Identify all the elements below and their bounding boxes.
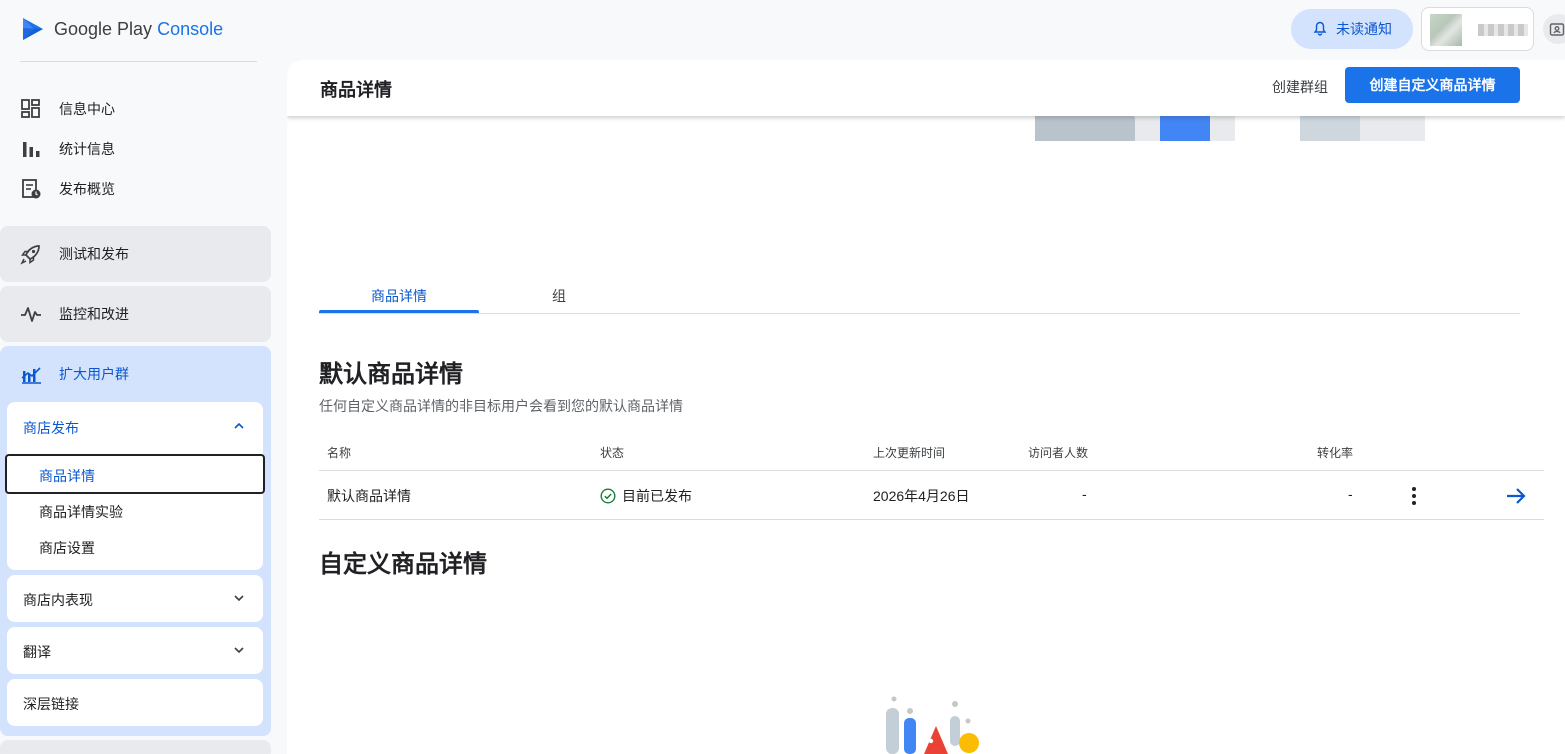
account-switcher[interactable] — [1421, 7, 1534, 51]
play-console-logo[interactable]: Google Play Console — [20, 16, 223, 42]
sidebar-card-translations[interactable]: 翻译 — [7, 627, 263, 674]
sidebar-subitem-store-settings[interactable]: 商店设置 — [39, 538, 95, 558]
account-name-blurred — [1478, 24, 1528, 36]
sidebar-card-deep-links[interactable]: 深层链接 — [7, 679, 263, 726]
hero-illustration — [1035, 116, 1425, 141]
default-listing-heading: 默认商品详情 — [319, 361, 463, 388]
sidebar-card-store-performance[interactable]: 商店内表现 — [7, 575, 263, 622]
create-custom-listing-button[interactable]: 创建自定义商品详情 — [1345, 67, 1520, 103]
sidebar-subitem-label: 商品详情 — [39, 468, 95, 484]
notification-bell-icon — [1313, 21, 1327, 36]
sidebar-section-label: 扩大用户群 — [59, 366, 129, 382]
sidebar-item-test-and-release[interactable]: 测试和发布 — [0, 234, 271, 274]
sidebar-subitem-store-listing-experiments[interactable]: 商品详情实验 — [39, 502, 123, 522]
row-name: 默认商品详情 — [327, 488, 411, 504]
arrow-forward-icon[interactable] — [1505, 486, 1527, 506]
sidebar-section-next[interactable] — [0, 740, 271, 754]
column-header-last-updated: 上次更新时间 — [873, 446, 946, 460]
grow-users-icon — [21, 367, 41, 384]
empty-state-illustration — [886, 696, 979, 754]
unread-notifications-label: 未读通知 — [1336, 21, 1392, 37]
sidebar-item-publishing-overview[interactable]: 发布概览 — [0, 169, 271, 209]
page-title: 商品详情 — [320, 80, 392, 100]
sidebar-item-label: 发布概览 — [59, 181, 115, 197]
dashboard-icon — [21, 99, 40, 118]
sidebar-item-dashboard[interactable]: 信息中心 — [0, 89, 271, 129]
row-status: 目前已发布 — [600, 486, 692, 506]
hero-shape-blue — [1160, 116, 1210, 141]
sidebar-section-test-and-release[interactable]: 测试和发布 — [0, 226, 271, 282]
sidebar: 信息中心 统计信息 发布概览 测试和发布 监控和改进 扩大用户群 商店发布 商品… — [0, 60, 287, 754]
sidebar-section-label: 测试和发布 — [59, 246, 129, 262]
store-presence-header[interactable]: 商店发布 — [23, 418, 79, 438]
chevron-down-icon — [234, 647, 244, 654]
hero-shape-light-2 — [1360, 116, 1425, 141]
check-circle-icon — [600, 488, 616, 504]
row-conversion: - — [1348, 486, 1353, 502]
custom-listing-heading: 自定义商品详情 — [319, 551, 487, 578]
column-header-conversion: 转化率 — [1317, 446, 1354, 460]
hero-shape-light — [1135, 116, 1160, 141]
logo-product-text: Console — [157, 18, 224, 39]
tab-store-listings[interactable]: 商品详情 — [371, 286, 427, 306]
create-group-button[interactable]: 创建群组 — [1272, 77, 1328, 97]
sidebar-section-monitor-and-improve[interactable]: 监控和改进 — [0, 286, 271, 342]
store-presence-group: 商店发布 商品详情 商品详情实验 商店设置 — [5, 402, 265, 570]
table-row-divider — [319, 519, 1544, 520]
page-header: 商品详情 创建群组 创建自定义商品详情 — [287, 60, 1565, 116]
default-listing-description: 任何自定义商品详情的非目标用户会看到您的默认商品详情 — [319, 398, 683, 414]
hero-shape-light — [1210, 116, 1235, 141]
unread-notifications-button[interactable]: 未读通知 — [1291, 9, 1413, 49]
tab-active-indicator — [319, 310, 479, 313]
hero-shape-gray — [1035, 116, 1135, 141]
publishing-overview-icon — [22, 179, 41, 199]
sidebar-item-label: 统计信息 — [59, 141, 115, 157]
logo-text: Google Play Console — [54, 19, 223, 40]
chevron-up-icon[interactable] — [233, 420, 245, 432]
bar-chart-icon — [23, 142, 40, 157]
row-visitors: - — [1082, 486, 1087, 502]
sidebar-item-monitor-and-improve[interactable]: 监控和改进 — [0, 294, 271, 334]
tab-groups[interactable]: 组 — [552, 286, 566, 306]
main-content: 商品详情 创建群组 创建自定义商品详情 商品详情 组 默认商品详情 任何自定义商… — [287, 60, 1565, 754]
rocket-icon — [20, 245, 40, 265]
sidebar-item-statistics[interactable]: 统计信息 — [0, 129, 271, 169]
chevron-down-icon — [234, 595, 244, 602]
avatar — [1430, 14, 1462, 46]
sidebar-card-label: 深层链接 — [23, 696, 79, 712]
row-status-label: 目前已发布 — [622, 488, 692, 504]
more-vert-icon[interactable] — [1402, 486, 1426, 506]
sidebar-divider — [20, 61, 257, 62]
sidebar-card-label: 商店内表现 — [23, 592, 93, 608]
pulse-icon — [21, 307, 41, 322]
column-header-status: 状态 — [600, 446, 625, 460]
developer-account-button[interactable] — [1543, 14, 1565, 44]
table-header-divider — [319, 470, 1544, 471]
column-header-name: 名称 — [327, 446, 352, 460]
sidebar-subitem-store-listing[interactable]: 商品详情 — [5, 454, 265, 494]
sidebar-item-grow-users[interactable]: 扩大用户群 — [0, 354, 271, 394]
sidebar-item-label: 信息中心 — [59, 101, 115, 117]
sidebar-section-label: 监控和改进 — [59, 306, 129, 322]
tab-bar: 商品详情 组 — [319, 274, 1520, 314]
row-last-updated: 2026年4月26日 — [873, 488, 970, 504]
column-header-visitors: 访问者人数 — [1028, 446, 1089, 460]
logo-main-text: Google Play — [54, 18, 153, 39]
hero-shape-gray-2 — [1300, 116, 1360, 141]
play-console-logo-icon — [23, 18, 43, 40]
top-bar: Google Play Console 未读通知 — [0, 0, 1565, 60]
sidebar-card-label: 翻译 — [23, 644, 51, 660]
id-badge-icon — [1549, 23, 1565, 36]
sidebar-section-grow-users[interactable]: 扩大用户群 商店发布 商品详情 商品详情实验 商店设置 商店内表现 翻译 深层链… — [0, 346, 271, 736]
